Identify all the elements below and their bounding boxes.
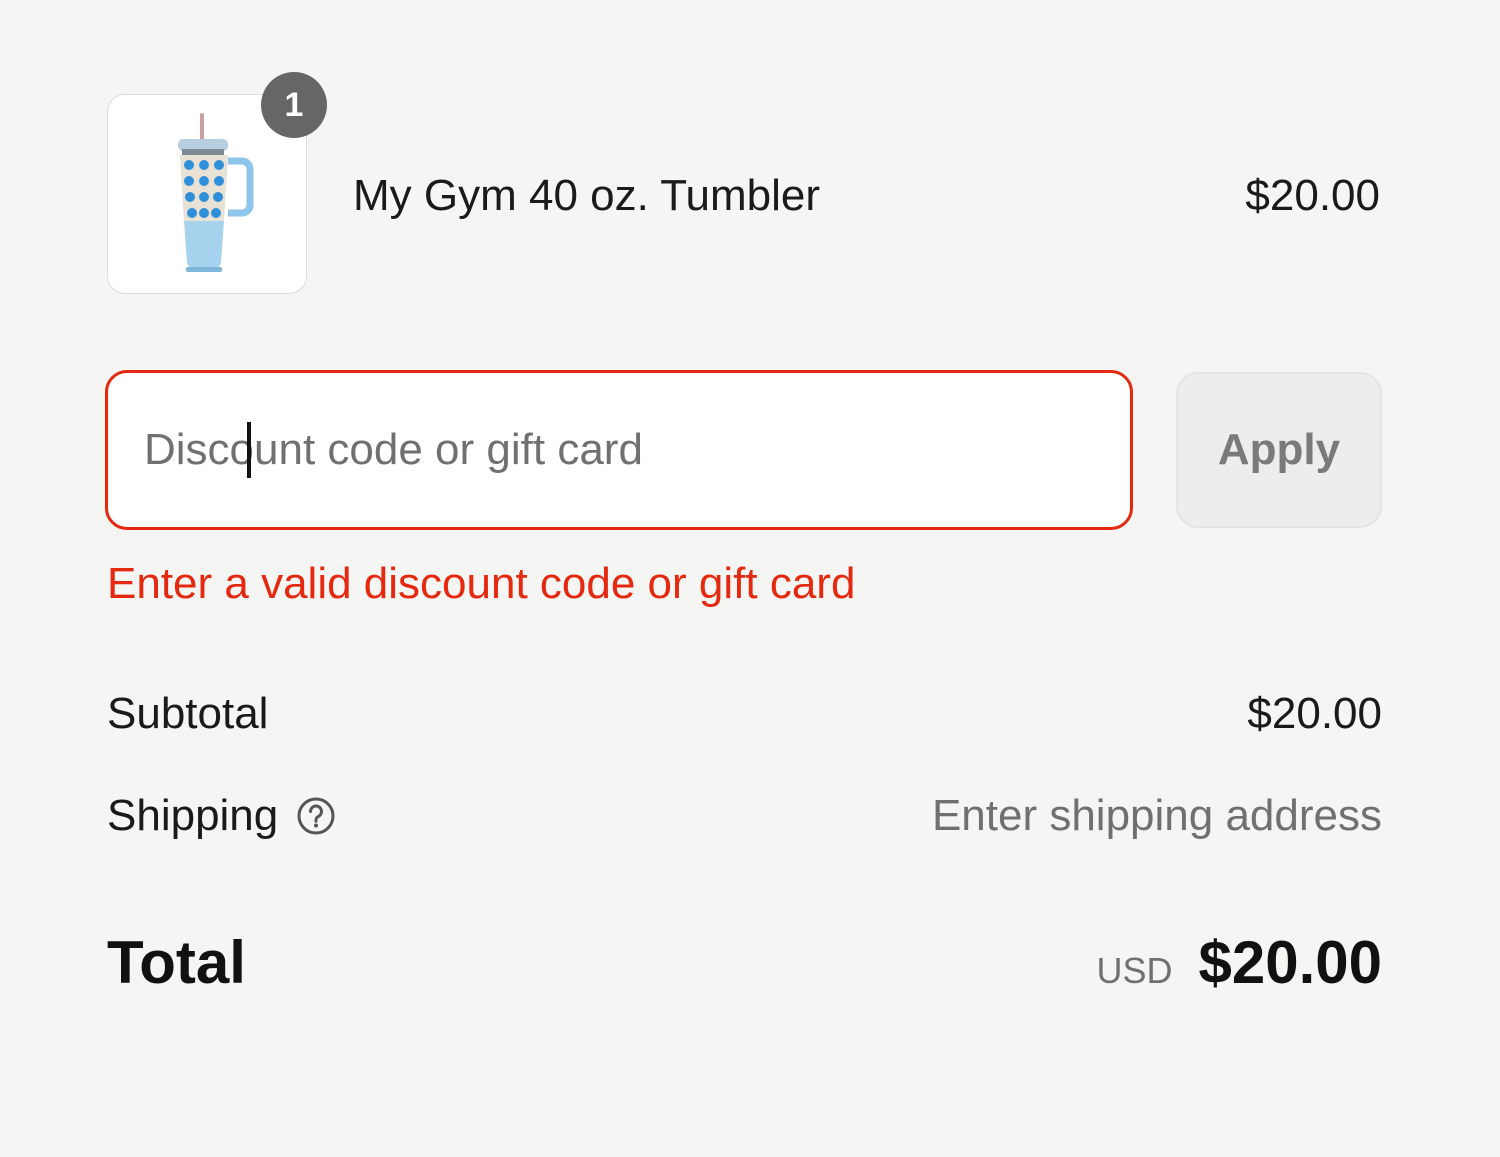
discount-code-input[interactable]: [105, 370, 1133, 530]
total-label: Total: [107, 929, 246, 996]
cart-line-item: 1 My Gym 40 oz. Tumbler $20.00: [107, 72, 1382, 296]
subtotal-label: Subtotal: [107, 689, 269, 738]
question-circle-icon[interactable]: [296, 796, 336, 836]
discount-form: Apply: [105, 370, 1382, 532]
tumbler-product-image: [178, 113, 254, 272]
subtotal-value: $20.00: [1247, 689, 1382, 738]
total-row: Total USD $20.00: [107, 925, 1382, 1005]
total-amount: $20.00: [1198, 929, 1382, 996]
quantity-badge: 1: [261, 72, 327, 138]
total-amount-group: USD $20.00: [1096, 925, 1382, 1009]
shipping-label-group: Shipping: [107, 788, 336, 844]
currency-code: USD: [1096, 950, 1173, 991]
shipping-value: Enter shipping address: [931, 791, 1382, 840]
product-name: My Gym 40 oz. Tumbler: [353, 171, 821, 220]
text-caret: [247, 422, 251, 478]
discount-error-message: Enter a valid discount code or gift card: [107, 559, 856, 608]
shipping-label: Shipping: [107, 791, 279, 840]
product-thumbnail-wrapper: 1: [107, 72, 327, 294]
product-price: $20.00: [1245, 171, 1380, 220]
apply-discount-button[interactable]: Apply: [1176, 372, 1382, 528]
